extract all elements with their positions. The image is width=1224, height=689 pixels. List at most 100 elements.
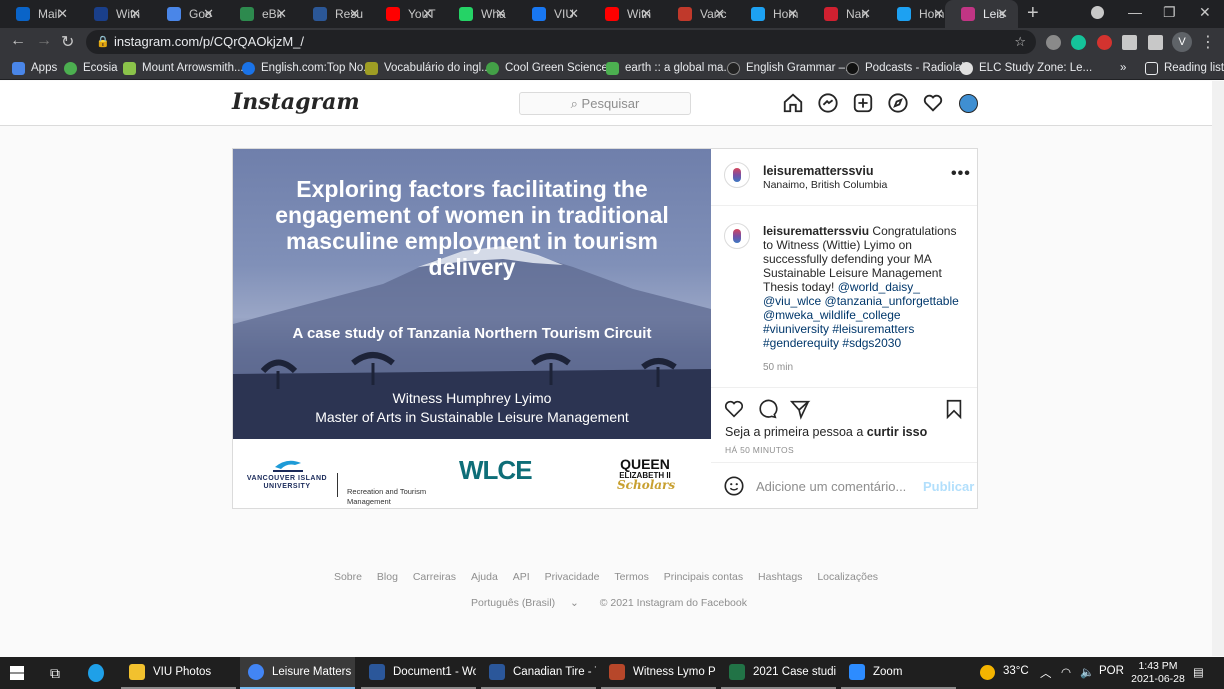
footer-link[interactable]: Sobre — [334, 571, 362, 583]
language-select[interactable]: Português (Brasil) ⌄ — [465, 597, 585, 609]
bookmark-item[interactable]: Ecosia — [64, 60, 118, 76]
search-input[interactable]: ⌕ Pesquisar — [519, 92, 691, 115]
taskbar-app-chrome[interactable]: Leisure Matters n... — [240, 657, 355, 689]
taskbar-app-powerpoint[interactable]: Witness Lymo Po... — [601, 657, 716, 689]
tab-close-icon[interactable]: ✕ — [714, 6, 725, 22]
profile-avatar[interactable]: V — [1172, 32, 1192, 52]
caption-username[interactable]: leisurematterssviu — [763, 224, 869, 238]
tab-close-icon[interactable]: ✕ — [349, 6, 360, 22]
browser-tab[interactable]: Witn ✕ — [78, 0, 151, 28]
clock[interactable]: 1:43 PM 2021-06-28 — [1128, 660, 1188, 686]
tab-close-icon[interactable]: ✕ — [57, 6, 68, 22]
taskbar-app-photos[interactable]: VIU Photos — [121, 657, 236, 689]
bookmark-item[interactable]: Mount Arrowsmith... — [123, 60, 244, 76]
browser-tab[interactable]: VIU ✕ — [516, 0, 589, 28]
network-icon[interactable]: ◠ — [1061, 665, 1071, 679]
weather-temperature[interactable]: 33°C — [1003, 665, 1029, 677]
publish-button[interactable]: Publicar — [923, 479, 974, 494]
comment-icon[interactable] — [756, 398, 778, 420]
bookmark-item[interactable]: earth :: a global ma... — [606, 60, 733, 76]
tab-close-icon[interactable]: ✕ — [495, 6, 506, 22]
save-bookmark-icon[interactable] — [943, 398, 965, 420]
minimize-icon[interactable]: — — [1128, 4, 1142, 20]
browser-tab-active[interactable]: Leis ✕ — [945, 0, 1018, 28]
close-window-icon[interactable]: ✕ — [1199, 4, 1211, 21]
input-language[interactable]: POR — [1099, 665, 1124, 677]
tab-close-icon[interactable]: ✕ — [933, 6, 944, 22]
more-options-icon[interactable]: ••• — [951, 165, 971, 183]
reading-list-button[interactable]: Reading list — [1145, 60, 1224, 76]
back-icon[interactable]: ← — [10, 32, 26, 50]
tab-close-icon[interactable]: ✕ — [641, 6, 652, 22]
edge-icon[interactable] — [88, 657, 110, 689]
tab-close-icon[interactable]: ✕ — [568, 6, 579, 22]
tab-close-icon[interactable]: ✕ — [422, 6, 433, 22]
bookmark-star-icon[interactable]: ☆ — [1014, 30, 1026, 54]
share-send-icon[interactable] — [789, 398, 811, 420]
footer-link[interactable]: Ajuda — [471, 571, 498, 583]
browser-tab[interactable]: Nan ✕ — [808, 0, 881, 28]
extension-icon[interactable] — [1046, 35, 1061, 50]
browser-tab[interactable]: Wha ✕ — [443, 0, 516, 28]
browser-tab[interactable]: Hom ✕ — [881, 0, 954, 28]
footer-link[interactable]: Termos — [614, 571, 648, 583]
post-location[interactable]: Nanaimo, British Columbia — [763, 179, 887, 191]
browser-tab[interactable]: Vanc ✕ — [662, 0, 735, 28]
forward-icon[interactable]: → — [36, 32, 52, 50]
comment-input[interactable]: Adicione um comentário... — [756, 479, 906, 494]
tab-search-icon[interactable] — [1091, 6, 1104, 19]
like-this-link[interactable]: curtir isso — [867, 425, 927, 439]
new-post-icon[interactable] — [852, 92, 874, 114]
instagram-logo[interactable]: Instagram — [232, 89, 360, 115]
messenger-icon[interactable] — [817, 92, 839, 114]
tab-close-icon[interactable]: ✕ — [997, 6, 1008, 22]
bookmark-item[interactable]: ELC Study Zone: Le... — [960, 60, 1092, 76]
profile-avatar-icon[interactable] — [959, 94, 978, 113]
weather-sun-icon[interactable] — [980, 665, 995, 680]
bookmark-item[interactable]: Podcasts - Radiolab — [846, 60, 968, 76]
tray-chevron-icon[interactable]: ︿ — [1040, 665, 1052, 681]
bookmark-item[interactable]: Vocabulário do ingl... — [365, 60, 491, 76]
taskbar-app-word[interactable]: Document1 - Word — [361, 657, 476, 689]
address-bar[interactable]: 🔒 instagram.com/p/CQrQAOkjzM_/ ☆ — [86, 30, 1036, 54]
footer-link[interactable]: API — [513, 571, 530, 583]
reload-icon[interactable]: ↻ — [61, 32, 74, 52]
browser-tab[interactable]: Witn ✕ — [589, 0, 662, 28]
browser-tab[interactable]: YouT ✕ — [370, 0, 443, 28]
page-scrollbar[interactable] — [1212, 81, 1224, 656]
browser-tab[interactable]: Goo ✕ — [151, 0, 224, 28]
browser-tab[interactable]: eBir ✕ — [224, 0, 297, 28]
taskbar-app-excel[interactable]: 2021 Case studies... — [721, 657, 836, 689]
author-avatar[interactable] — [724, 162, 750, 188]
home-icon[interactable] — [782, 92, 804, 114]
windows-start-icon[interactable] — [10, 657, 30, 689]
maximize-icon[interactable]: ❐ — [1163, 4, 1176, 21]
volume-icon[interactable]: 🔈 — [1080, 665, 1094, 679]
new-tab-icon[interactable]: + — [1027, 2, 1039, 25]
footer-link[interactable]: Carreiras — [413, 571, 456, 583]
tab-close-icon[interactable]: ✕ — [203, 6, 214, 22]
tab-close-icon[interactable]: ✕ — [130, 6, 141, 22]
bookmarks-overflow-icon[interactable]: » — [1120, 60, 1126, 76]
tab-close-icon[interactable]: ✕ — [276, 6, 287, 22]
activity-heart-icon[interactable] — [922, 92, 944, 114]
grammarly-icon[interactable] — [1071, 35, 1086, 50]
footer-link[interactable]: Hashtags — [758, 571, 802, 583]
chrome-menu-icon[interactable]: ⋮ — [1200, 32, 1216, 52]
tab-close-icon[interactable]: ✕ — [860, 6, 871, 22]
tab-close-icon[interactable]: ✕ — [787, 6, 798, 22]
footer-link[interactable]: Localizações — [817, 571, 878, 583]
extensions-puzzle-icon[interactable] — [1122, 35, 1137, 50]
explore-icon[interactable] — [887, 92, 909, 114]
like-heart-icon[interactable] — [723, 398, 745, 420]
taskbar-app-word[interactable]: Canadian Tire - T... — [481, 657, 596, 689]
taskbar-app-zoom[interactable]: Zoom — [841, 657, 956, 689]
adblock-icon[interactable] — [1097, 35, 1112, 50]
post-image[interactable]: Exploring factors facilitating the engag… — [233, 149, 711, 508]
bookmark-item[interactable]: Apps — [12, 60, 57, 76]
media-controls-icon[interactable] — [1148, 35, 1163, 50]
caption-avatar[interactable] — [724, 223, 750, 249]
footer-link[interactable]: Privacidade — [545, 571, 600, 583]
bookmark-item[interactable]: Cool Green Science... — [486, 60, 618, 76]
footer-link[interactable]: Blog — [377, 571, 398, 583]
